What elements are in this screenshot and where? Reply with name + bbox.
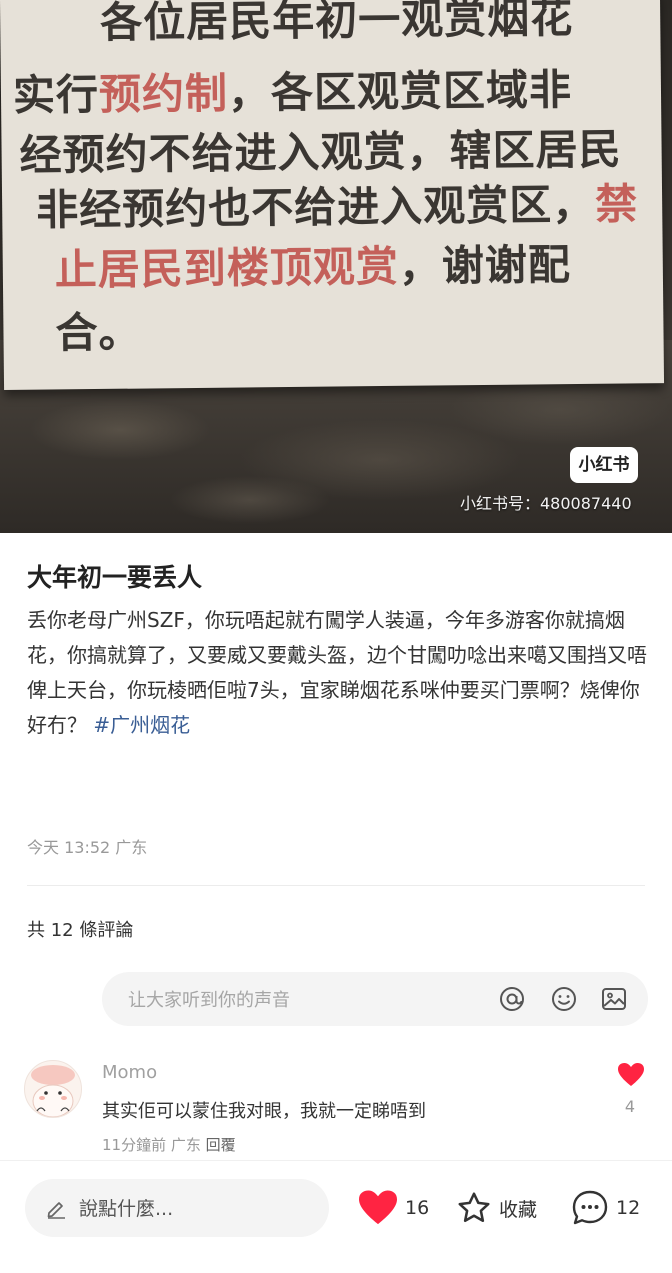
reply-button[interactable]: 回覆 xyxy=(206,1136,236,1154)
notice-text: ，各区观赏区域非 xyxy=(227,65,573,118)
heart-icon xyxy=(359,1190,397,1225)
divider xyxy=(27,885,645,886)
notice-line: 各位居民年初一观赏烟花 xyxy=(100,0,574,50)
notice-emphasis-text: 禁 xyxy=(594,179,639,229)
notice-line: 非经预约也不给进入观赏区，禁 xyxy=(36,170,639,237)
post-location: 广东 xyxy=(115,838,148,857)
say-something-field[interactable] xyxy=(25,1179,329,1239)
comment-time: 11分鐘前 xyxy=(102,1136,167,1154)
say-something-input[interactable] xyxy=(77,1179,311,1239)
post-meta: 今天 13:52 广东 xyxy=(27,834,147,858)
bottom-bar: 16 收藏 12 xyxy=(0,1160,672,1273)
notice-text: 合。 xyxy=(55,307,142,358)
post-content: 丢你老母广州SZF，你玩唔起就冇闖学人装逼，今年多游客你就搞烟花，你搞就算了，又… xyxy=(27,603,649,743)
emoji-icon[interactable] xyxy=(550,985,578,1013)
notice-line: 实行预约制，各区观赏区域非 xyxy=(13,56,573,123)
notice-line: 合。 xyxy=(55,299,142,361)
comment-meta: 11分鐘前 广东 回覆 xyxy=(102,1134,236,1155)
notice-line: 止居民到楼顶观赏，谢谢配 xyxy=(54,231,572,297)
watermark-id: 小红书号：480087440 xyxy=(460,494,632,513)
like-button[interactable]: 16 xyxy=(357,1179,429,1237)
hashtag-link[interactable]: #广州烟花 xyxy=(93,713,190,737)
post-time: 今天 13:52 xyxy=(27,838,111,857)
chat-bubble-icon xyxy=(572,1190,608,1225)
like-count: 16 xyxy=(405,1197,430,1219)
post-image[interactable]: 各位居民年初一观赏烟花 实行预约制，各区观赏区域非 经预约不给进入观赏，辖区居民… xyxy=(0,0,672,533)
notice-emphasis-text: 止居民到楼顶观赏 xyxy=(54,241,400,295)
comment-input[interactable] xyxy=(126,972,490,1028)
notice-text: ，谢谢配 xyxy=(398,240,572,291)
comment-count: 共 12 條評論 xyxy=(27,920,134,941)
comment-text: 其实佢可以蒙住我对眼，我就一定睇唔到 xyxy=(102,1101,426,1122)
avatar[interactable] xyxy=(24,1060,82,1118)
avatar-face-icon xyxy=(31,1065,75,1117)
comment-input-bar[interactable] xyxy=(102,972,648,1028)
notice-text: 各位居民年初一观赏烟花 xyxy=(99,0,574,47)
comment-count-bar: 12 xyxy=(616,1197,641,1219)
post-title: 大年初一要丢人 xyxy=(27,563,203,592)
notice-paper: 各位居民年初一观赏烟花 实行预约制，各区观赏区域非 经预约不给进入观赏，辖区居民… xyxy=(0,0,665,390)
notice-text: 非经预约也不给进入观赏区， xyxy=(35,179,596,235)
comment-like-count: 4 xyxy=(624,1097,636,1116)
collect-label: 收藏 xyxy=(499,1198,538,1221)
comment-button[interactable]: 12 xyxy=(570,1179,640,1237)
comment-username[interactable]: Momo xyxy=(102,1062,157,1083)
collect-button[interactable]: 收藏 xyxy=(455,1179,537,1237)
comment-location: 广东 xyxy=(170,1136,201,1154)
comment-heart-icon[interactable] xyxy=(617,1062,645,1088)
pencil-icon xyxy=(47,1202,65,1219)
xiaohongshu-logo: 小红书 xyxy=(570,447,638,483)
notice-emphasis-text: 预约制 xyxy=(98,68,229,119)
at-icon[interactable] xyxy=(498,985,526,1013)
image-icon[interactable] xyxy=(600,985,628,1013)
notice-text: 实行 xyxy=(12,69,100,120)
star-icon xyxy=(458,1192,490,1223)
